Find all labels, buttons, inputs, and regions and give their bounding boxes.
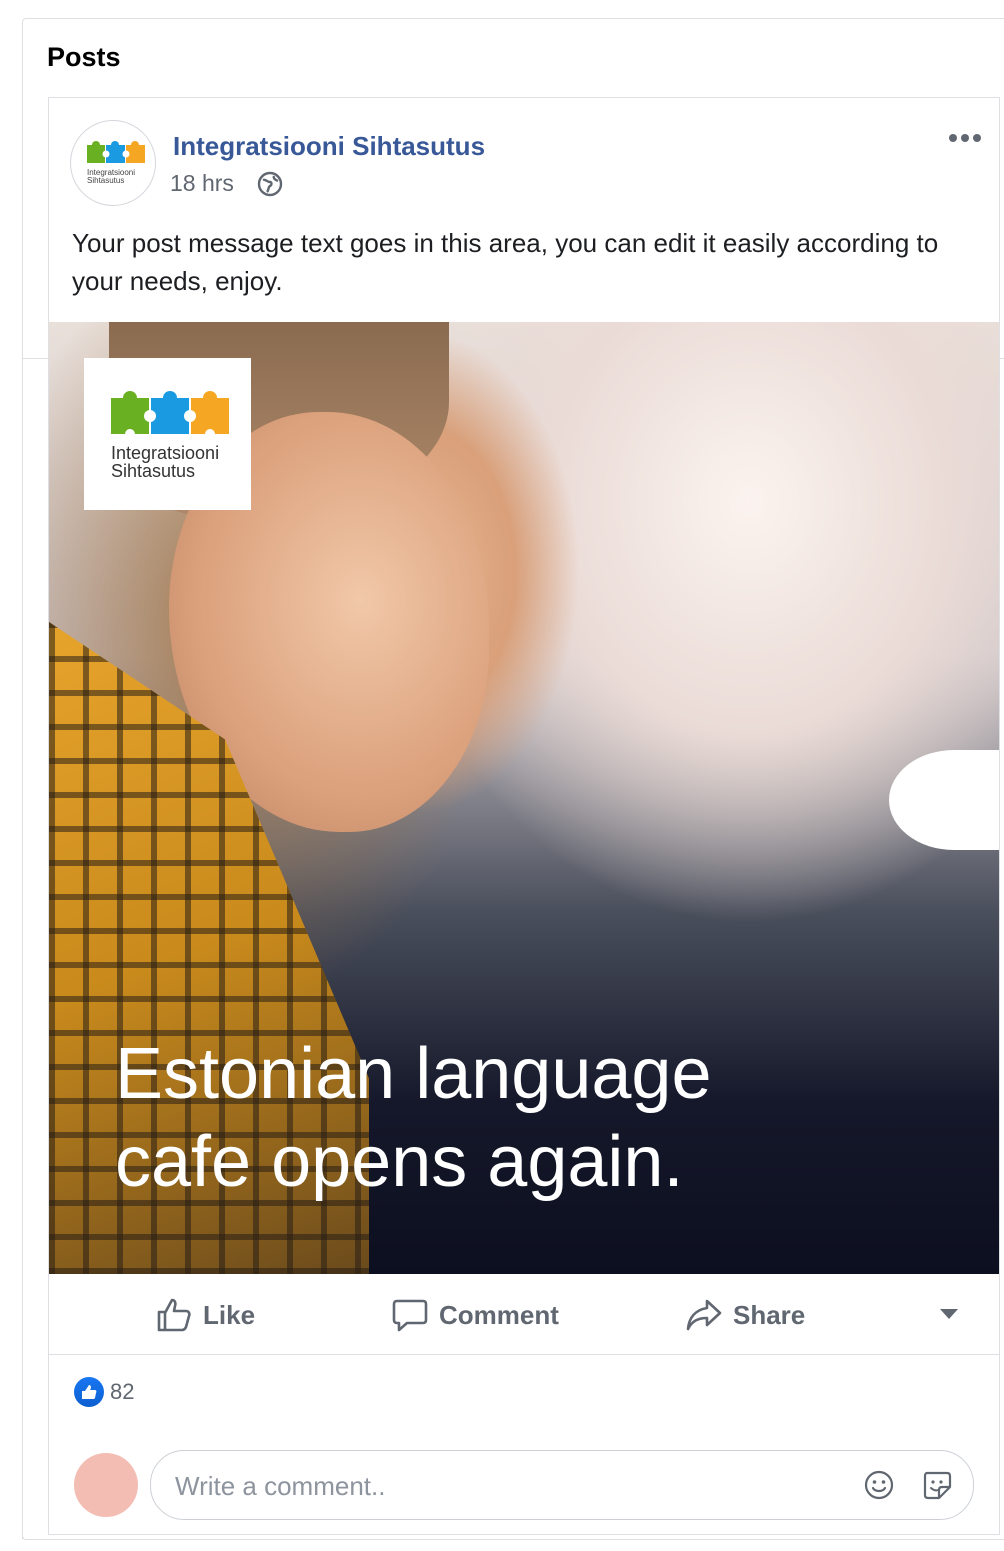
post-actions-bar: Like Comment Share: [49, 1274, 999, 1355]
share-arrow-icon: [686, 1299, 722, 1331]
image-puzzle-tab: [889, 750, 999, 850]
image-headline-line2: cafe opens again.: [115, 1122, 684, 1202]
like-reaction-icon: [74, 1377, 104, 1407]
like-label: Like: [203, 1299, 256, 1330]
comment-button[interactable]: Comment: [391, 1296, 559, 1334]
image-headline-line1: Estonian language: [115, 1034, 712, 1114]
like-button[interactable]: Like: [155, 1296, 255, 1334]
post-card: Integratsiooni Sihtasutus Integratsiooni…: [48, 97, 1000, 1535]
comment-input[interactable]: Write a comment..: [150, 1450, 974, 1520]
image-logo-line1: Integratsiooni: [111, 443, 220, 463]
image-headline: Estonian language cafe opens again.: [115, 1030, 915, 1206]
reaction-count: 82: [110, 1379, 135, 1404]
section-title: Posts: [47, 42, 121, 72]
reaction-summary[interactable]: 82: [74, 1377, 134, 1407]
puzzle-logo-icon: [111, 391, 229, 438]
comment-placeholder: Write a comment..: [175, 1471, 386, 1501]
image-logo-box: Integratsiooni Sihtasutus: [84, 358, 251, 510]
post-timestamp[interactable]: 18 hrs: [170, 170, 234, 197]
chevron-down-icon[interactable]: [939, 1307, 959, 1321]
image-logo-line2: Sihtasutus: [111, 461, 196, 481]
puzzle-logo-icon: [87, 141, 145, 163]
image-logo-text: Integratsiooni Sihtasutus: [111, 444, 219, 480]
post-image[interactable]: Integratsiooni Sihtasutus Estonian langu…: [49, 322, 999, 1274]
comment-label: Comment: [439, 1299, 559, 1330]
thumbs-up-icon: [157, 1298, 191, 1332]
comment-bubble-icon: [392, 1299, 428, 1332]
sticker-icon[interactable]: [921, 1469, 953, 1501]
emoji-icon[interactable]: [863, 1469, 895, 1501]
avatar-logo-text: Integratsiooni Sihtasutus: [87, 168, 136, 185]
share-button[interactable]: Share: [685, 1296, 805, 1334]
more-dots-icon[interactable]: [945, 126, 985, 150]
page-name-link[interactable]: Integratsiooni Sihtasutus: [173, 131, 485, 162]
page-avatar[interactable]: Integratsiooni Sihtasutus: [70, 120, 156, 206]
user-avatar[interactable]: [74, 1453, 138, 1517]
share-label: Share: [733, 1299, 806, 1330]
post-message: Your post message text goes in this area…: [72, 228, 939, 296]
globe-icon: [257, 171, 283, 197]
